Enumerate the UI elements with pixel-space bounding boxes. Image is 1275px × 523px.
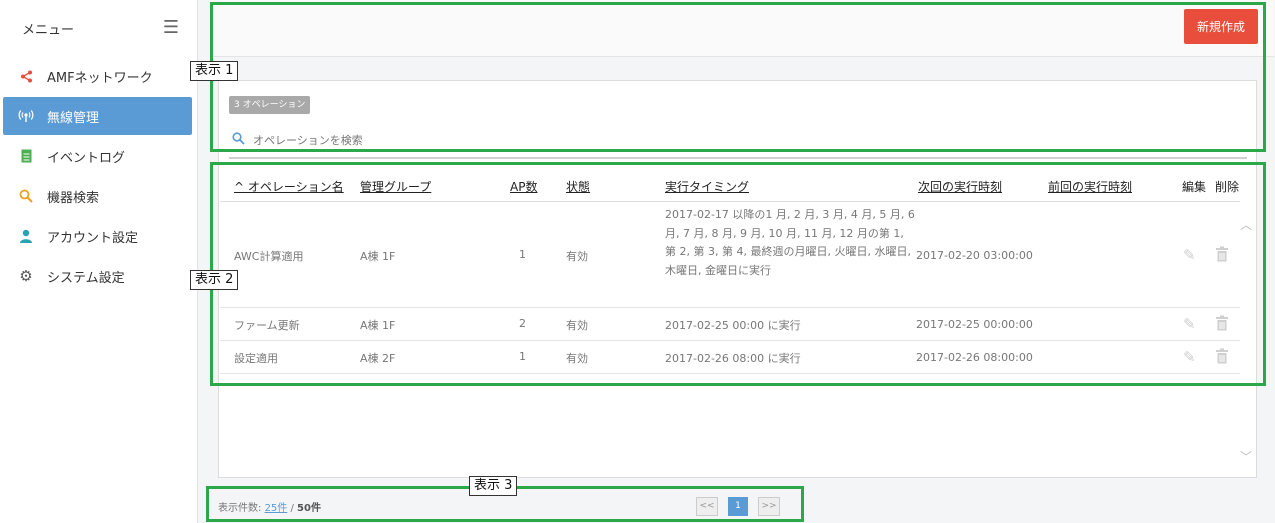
search-icon	[17, 189, 35, 203]
hamburger-icon[interactable]: ☰	[163, 19, 179, 37]
sidebar-item-event-log[interactable]: イベントログ	[3, 137, 192, 175]
annotation-label-3: 表示 3	[469, 476, 518, 496]
share-icon	[17, 70, 35, 83]
menu-header: メニュー ☰	[0, 0, 197, 56]
sidebar-item-system-settings[interactable]: ⚙ システム設定	[3, 257, 192, 295]
sidebar-item-amf-network[interactable]: AMFネットワーク	[3, 57, 192, 95]
sidebar-item-account-settings[interactable]: アカウント設定	[3, 217, 192, 255]
menu-title: メニュー	[22, 22, 75, 38]
sidebar-item-label: システム設定	[47, 270, 125, 286]
sidebar-item-label: 無線管理	[47, 110, 100, 126]
annotation-frame-1	[210, 2, 1266, 152]
annotation-label-2: 表示 2	[190, 270, 239, 290]
document-icon	[17, 149, 35, 163]
sidebar-item-device-search[interactable]: 機器検索	[3, 177, 192, 215]
gear-icon: ⚙	[19, 267, 33, 285]
scroll-down-icon[interactable]: ﹀	[1240, 448, 1252, 465]
sidebar-item-wireless[interactable]: 無線管理	[3, 97, 192, 135]
sidebar-item-label: イベントログ	[47, 150, 126, 166]
sidebar-item-label: アカウント設定	[47, 230, 139, 246]
annotation-label-1: 表示 1	[190, 61, 239, 81]
search-underline	[229, 157, 1247, 159]
sidebar-item-label: 機器検索	[47, 190, 100, 206]
annotation-frame-2	[210, 162, 1266, 386]
wireless-icon	[17, 109, 35, 123]
sidebar-item-label: AMFネットワーク	[47, 70, 153, 86]
user-icon	[17, 229, 35, 243]
